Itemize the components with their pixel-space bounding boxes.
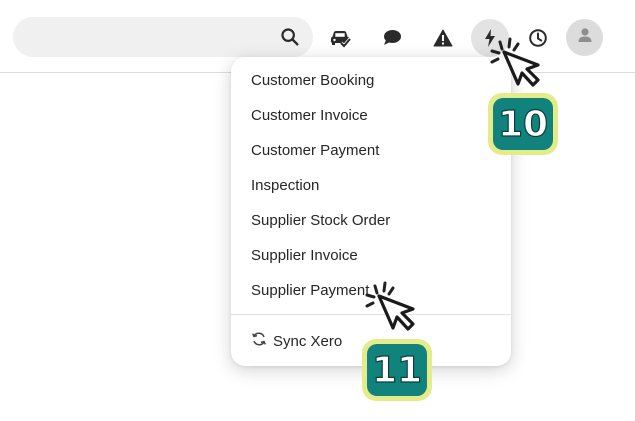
sync-xero-button[interactable]: Sync Xero bbox=[251, 329, 342, 353]
messages-button[interactable] bbox=[373, 19, 411, 57]
step-number-10: 10 bbox=[493, 98, 553, 150]
menu-item-supplier-invoice[interactable]: Supplier Invoice bbox=[231, 238, 511, 273]
menu-item-customer-booking[interactable]: Customer Booking bbox=[231, 63, 511, 98]
warning-icon bbox=[433, 29, 453, 47]
sync-xero-label: Sync Xero bbox=[273, 332, 343, 350]
step-badge-11: 11 bbox=[362, 339, 432, 401]
click-cursor-icon bbox=[488, 36, 546, 95]
search-bar[interactable] bbox=[13, 17, 313, 57]
search-icon[interactable] bbox=[279, 26, 301, 48]
menu-item-customer-invoice[interactable]: Customer Invoice bbox=[231, 98, 511, 133]
alerts-button[interactable] bbox=[424, 19, 462, 57]
step-number-11: 11 bbox=[367, 344, 427, 396]
vehicle-check-button[interactable] bbox=[321, 19, 359, 57]
sync-icon bbox=[251, 331, 273, 351]
chat-bubble-icon bbox=[382, 29, 402, 47]
step-badge-10: 10 bbox=[488, 93, 558, 155]
user-avatar[interactable] bbox=[566, 19, 603, 56]
menu-list: Customer Booking Customer Invoice Custom… bbox=[231, 57, 511, 308]
user-avatar-icon bbox=[576, 26, 594, 49]
car-check-icon bbox=[328, 27, 352, 49]
click-cursor-icon bbox=[363, 280, 421, 339]
menu-item-inspection[interactable]: Inspection bbox=[231, 168, 511, 203]
menu-item-supplier-stock-order[interactable]: Supplier Stock Order bbox=[231, 203, 511, 238]
menu-item-customer-payment[interactable]: Customer Payment bbox=[231, 133, 511, 168]
